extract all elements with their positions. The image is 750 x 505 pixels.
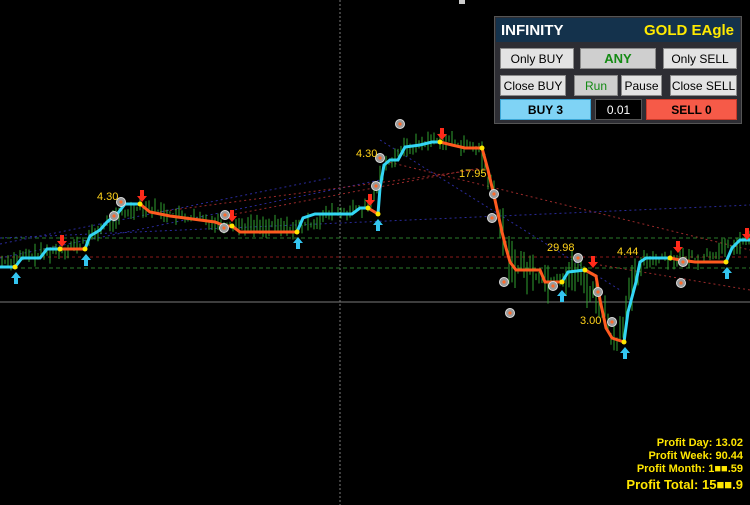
order-marker-center [596,290,600,294]
trend-line [379,159,750,251]
order-marker-center [398,122,402,126]
signal-dot [12,264,18,270]
panel-title: INFINITY [501,22,564,39]
buy-arrow-icon [81,254,91,266]
chart-label: 17.95 [459,168,487,180]
signal-dot [137,201,143,207]
close-buy-button[interactable]: Close BUY [500,75,566,96]
chart-label: 4.30 [97,191,118,203]
chart-label: 29.98 [547,242,575,254]
chart-label: 4.30 [356,148,377,160]
buy-arrow-icon [293,237,303,249]
signal-dot [82,246,88,252]
signal-dot [229,223,235,229]
signal-line-down [439,140,562,284]
pause-button[interactable]: Pause [621,75,662,96]
profit-total: Profit Total: 15■■.9 [626,477,743,492]
ea-control-panel: INFINITY GOLD EAgle Only BUY ANY Only SE… [494,16,742,124]
only-buy-button[interactable]: Only BUY [500,48,574,69]
profit-day: Profit Day: 13.02 [656,437,743,449]
sell-button[interactable]: SELL 0 [646,99,737,120]
panel-brand: GOLD EAgle [643,22,734,39]
signal-dot [479,145,485,151]
close-sell-button[interactable]: Close SELL [670,75,737,96]
signal-line-up [376,140,440,215]
order-marker-center [681,260,685,264]
signal-dot [365,205,371,211]
signal-dot [723,259,729,265]
profit-month: Profit Month: 1■■.59 [636,463,743,475]
chart-label: 4.44 [617,246,638,258]
signal-dot [559,279,565,285]
signal-dot [621,339,627,345]
order-marker-center [551,284,555,288]
panel-header: INFINITY GOLD EAgle [496,18,740,42]
order-marker-center [378,156,382,160]
chart-label: 3.00 [580,315,601,327]
order-marker-center [502,280,506,284]
trend-line [229,167,481,216]
order-marker-center [119,200,123,204]
buy-arrow-icon [620,347,630,359]
buy-button[interactable]: BUY 3 [500,99,591,120]
order-marker-center [374,184,378,188]
order-marker-center [679,281,683,285]
signal-line-up [560,268,586,283]
signal-dots [12,139,729,345]
sell-arrow-icon [137,190,147,202]
scroll-marker [459,0,465,4]
buy-arrow-icon [722,267,732,279]
order-marker-center [576,256,580,260]
order-marker-center [223,213,227,217]
order-marker-center [222,226,226,230]
order-marker-center [610,320,614,324]
signal-dot [294,229,300,235]
lot-size-input[interactable]: 0.01 [595,99,642,120]
profit-week: Profit Week: 90.44 [648,450,743,462]
order-marker-center [508,311,512,315]
sell-arrow-icon [673,241,683,253]
order-marker-center [112,214,116,218]
signal-dot [582,267,588,273]
candles [1,129,750,351]
buy-arrow-icon [11,272,21,284]
sell-arrow-icon [57,235,67,247]
run-button[interactable]: Run [574,75,618,96]
signal-dot [375,211,381,217]
signal-dot [57,246,63,252]
order-marker-center [490,216,494,220]
sell-arrow-icon [588,256,598,268]
signal-dot [667,255,673,261]
order-marker-center [492,192,496,196]
any-button[interactable]: ANY [580,48,656,69]
only-sell-button[interactable]: Only SELL [663,48,737,69]
signal-dot [437,139,443,145]
